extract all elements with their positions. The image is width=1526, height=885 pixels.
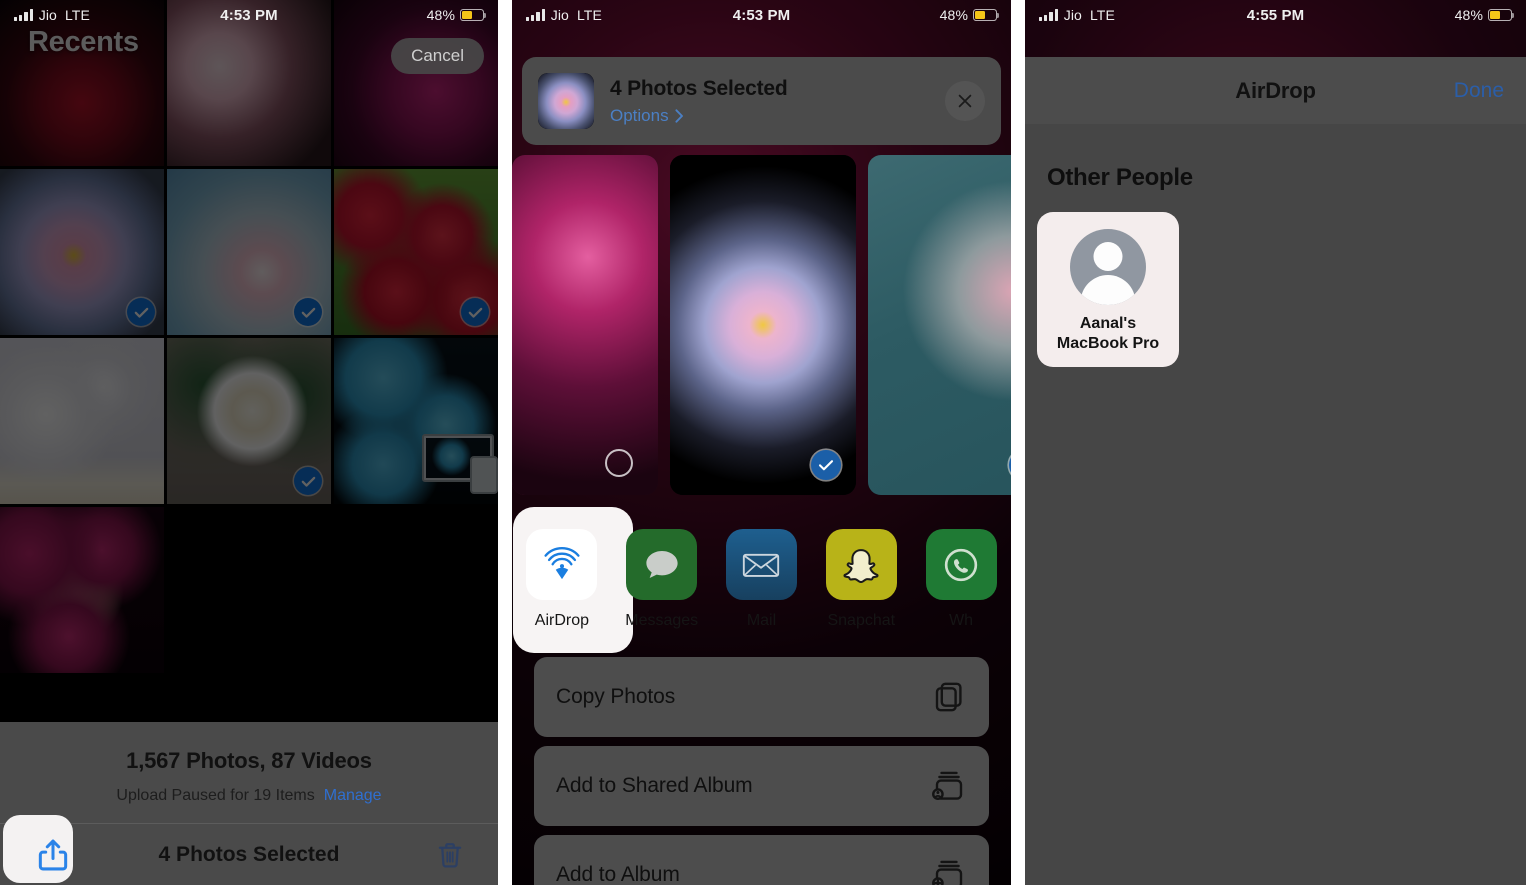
selected-previews xyxy=(512,155,1011,495)
airdrop-icon xyxy=(526,529,598,600)
share-sheet-header: 4 Photos Selected Options xyxy=(522,57,1001,145)
action-card: Copy Photos xyxy=(534,657,989,737)
device-name-line1: Aanal's xyxy=(1079,315,1137,332)
battery-icon xyxy=(460,9,487,21)
photo-cell[interactable] xyxy=(334,338,498,504)
selection-toolbar: 4 Photos Selected xyxy=(0,815,498,885)
share-sheet-header-text: 4 Photos Selected Options xyxy=(610,77,788,126)
preview-thumbnail[interactable] xyxy=(512,155,658,495)
messages-icon xyxy=(626,529,698,600)
status-bar: Jio LTE 4:53 PM 48% xyxy=(512,0,1011,30)
panel-share-sheet: Jio LTE 4:53 PM 48% 4 Photos Selected Op… xyxy=(512,0,1011,885)
battery-icon xyxy=(1488,9,1515,21)
share-sheet: 4 Photos Selected Options AirDrop Messag… xyxy=(512,57,1011,885)
photo-cell[interactable] xyxy=(167,338,331,504)
photo-selected-check xyxy=(127,298,155,326)
battery-icon xyxy=(973,9,1000,21)
share-sheet-title: 4 Photos Selected xyxy=(610,76,788,100)
options-link[interactable]: Options xyxy=(610,106,788,126)
whatsapp-icon xyxy=(925,529,997,600)
airdrop-device-card[interactable]: Aanal's MacBook Pro xyxy=(1037,212,1179,367)
selection-thumbnail xyxy=(538,73,594,129)
panel-airdrop-picker: Jio LTE 4:55 PM 48% AirDrop Done Other P… xyxy=(1025,0,1526,885)
action-card: Add to Album xyxy=(534,835,989,885)
share-app-mail[interactable]: Mail xyxy=(712,507,812,630)
photos-grid: Recents xyxy=(0,0,498,676)
action-label: Add to Shared Album xyxy=(556,774,753,797)
upload-status-row: Upload Paused for 19 Items Manage xyxy=(116,787,381,805)
preview-thumbnail[interactable] xyxy=(868,155,1011,495)
options-label: Options xyxy=(610,105,669,125)
close-icon xyxy=(958,94,972,108)
cancel-button[interactable]: Cancel xyxy=(391,38,484,74)
clock-label: 4:53 PM xyxy=(732,6,791,24)
airdrop-nav-bar: AirDrop Done xyxy=(1025,57,1526,124)
airdrop-title: AirDrop xyxy=(1235,77,1316,103)
share-app-messages[interactable]: Messages xyxy=(612,507,712,630)
preview-thumbnail[interactable] xyxy=(670,155,856,495)
photo-cell[interactable] xyxy=(334,169,498,335)
action-label: Add to Album xyxy=(556,863,680,885)
panel-divider xyxy=(498,0,512,885)
device-name-line2: MacBook Pro xyxy=(1056,334,1160,352)
share-app-whatsapp[interactable]: Wh xyxy=(911,507,1011,630)
share-app-label: Snapchat xyxy=(827,612,896,629)
album-title: Recents xyxy=(28,26,139,58)
person-avatar-icon xyxy=(1070,229,1146,305)
share-app-label: Wh xyxy=(949,612,974,629)
shared-album-icon xyxy=(932,771,963,800)
share-app-snapchat[interactable]: Snapchat xyxy=(811,507,911,630)
share-app-airdrop[interactable]: AirDrop xyxy=(512,507,633,653)
action-row-add-to-shared-album[interactable]: Add to Shared Album xyxy=(534,746,989,826)
share-actions-list: Copy Photos Add to Shared Album Add to A… xyxy=(534,657,989,885)
photo-selected-check xyxy=(461,298,489,326)
selection-count-label: 4 Photos Selected xyxy=(158,842,340,866)
clock-label: 4:55 PM xyxy=(1246,6,1305,24)
photo-cell[interactable] xyxy=(0,507,164,673)
status-bar: Jio LTE 4:53 PM 48% xyxy=(0,0,498,30)
photo-cell[interactable] xyxy=(0,338,164,504)
airdrop-device-name: Aanal's MacBook Pro xyxy=(1057,314,1159,353)
manage-link[interactable]: Manage xyxy=(324,787,382,805)
photo-selected-check xyxy=(294,467,322,495)
share-app-label: AirDrop xyxy=(534,612,590,629)
share-app-label: Mail xyxy=(746,612,777,629)
close-button[interactable] xyxy=(945,81,985,121)
photo-cell[interactable] xyxy=(0,169,164,335)
copy-icon xyxy=(935,682,962,712)
airdrop-body: Other People Aanal's MacBook Pro xyxy=(1025,124,1526,885)
share-apps-row: AirDrop Messages Mail Snapchat Wh xyxy=(512,507,1011,653)
share-app-label: Messages xyxy=(625,612,699,629)
action-label: Copy Photos xyxy=(556,685,676,708)
photo-selected-check xyxy=(294,298,322,326)
photo-cell[interactable] xyxy=(167,169,331,335)
clock-label: 4:53 PM xyxy=(220,6,278,24)
library-count-label: 1,567 Photos, 87 Videos xyxy=(126,748,372,773)
share-icon[interactable] xyxy=(34,836,72,874)
action-card: Add to Shared Album xyxy=(534,746,989,826)
trash-icon[interactable] xyxy=(434,838,466,872)
snapchat-icon xyxy=(825,529,897,600)
chevron-right-icon xyxy=(675,108,683,123)
airdrop-section-title: Other People xyxy=(1047,164,1193,191)
upload-status-label: Upload Paused for 19 Items xyxy=(116,787,315,804)
panel-divider xyxy=(1011,0,1025,885)
done-button[interactable]: Done xyxy=(1454,79,1504,103)
preview-unselected-circle xyxy=(605,449,633,477)
panel-photos-library: Recents Jio LTE 4:53 PM 48% Cancel 1,567… xyxy=(0,0,498,885)
status-bar: Jio LTE 4:55 PM 48% xyxy=(1025,0,1526,30)
action-row-copy-photos[interactable]: Copy Photos xyxy=(534,657,989,737)
action-row-add-to-album[interactable]: Add to Album xyxy=(534,835,989,885)
library-footer: 1,567 Photos, 87 Videos Upload Paused fo… xyxy=(0,722,498,885)
preview-selected-check xyxy=(811,450,841,480)
mail-icon xyxy=(725,529,797,600)
three-panel-screenshot: Recents Jio LTE 4:53 PM 48% Cancel 1,567… xyxy=(0,0,1526,885)
add-album-icon xyxy=(932,860,963,885)
